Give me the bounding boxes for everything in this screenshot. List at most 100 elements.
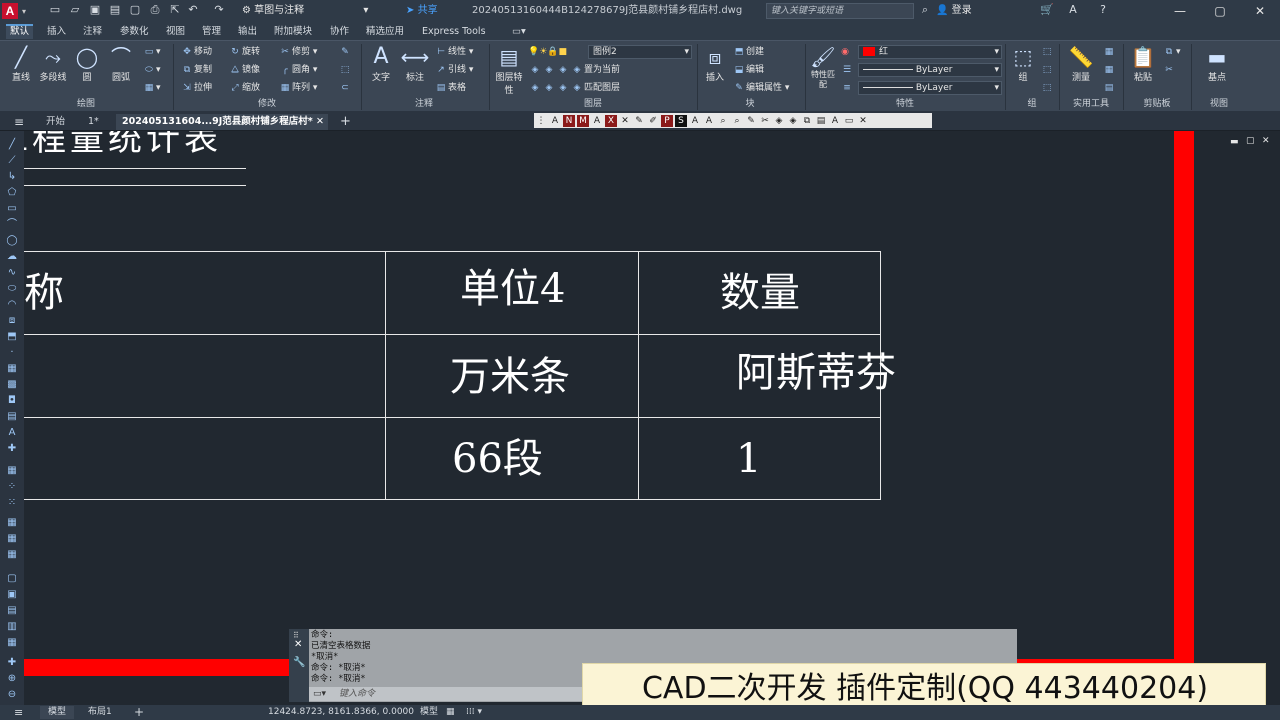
- gradient-icon[interactable]: ▩: [5, 379, 19, 391]
- layers-panel-label[interactable]: 图层: [490, 98, 696, 111]
- trim-tool[interactable]: ✂ 修剪 ▾: [278, 44, 317, 60]
- lineweight-dropdown[interactable]: ByLayer ▾: [858, 81, 1002, 95]
- leader-tool[interactable]: ↗ 引线 ▾: [434, 62, 473, 78]
- copy-clip-icon[interactable]: ⧉ ▾: [1162, 44, 1181, 60]
- tool-a2-icon[interactable]: A: [689, 115, 701, 127]
- layer-tool2-icon[interactable]: ◈: [787, 115, 799, 127]
- table-cell[interactable]: 称: [24, 271, 64, 315]
- model-tab[interactable]: 模型: [40, 706, 75, 719]
- table-cell[interactable]: 1: [736, 437, 761, 481]
- ellipse-arc-icon[interactable]: ◠: [5, 299, 19, 311]
- tool-s-icon[interactable]: S: [675, 114, 687, 127]
- move-tool[interactable]: ✥ 移动: [180, 44, 212, 60]
- viewport-restore-icon[interactable]: ▢: [1246, 136, 1255, 146]
- open-file-icon[interactable]: ▱: [68, 3, 82, 17]
- tool-b-icon[interactable]: ▦: [5, 533, 19, 545]
- table-cell[interactable]: 单位4: [460, 267, 565, 311]
- table-cell[interactable]: 66段: [452, 437, 543, 481]
- mirror-tool[interactable]: ⧋ 镜像: [228, 62, 260, 78]
- linetype-dropdown[interactable]: ByLayer ▾: [858, 63, 1002, 77]
- text-tool-icon[interactable]: A: [549, 115, 561, 127]
- table-tool-icon[interactable]: ▤: [815, 115, 827, 127]
- mtext-icon[interactable]: A: [5, 427, 19, 439]
- save-as-icon[interactable]: ▤: [108, 3, 122, 17]
- group-tool[interactable]: ⬚ 组: [1006, 44, 1040, 83]
- tool-a-icon[interactable]: A: [591, 115, 603, 127]
- autodesk-a-icon[interactable]: A: [1066, 3, 1080, 17]
- drawing1-tab[interactable]: 1*: [82, 114, 105, 130]
- tool-p-icon[interactable]: P: [661, 114, 673, 127]
- table-cell[interactable]: 万米条: [450, 355, 570, 399]
- add-layout-button[interactable]: +: [134, 706, 144, 719]
- arc-icon[interactable]: ⌒: [5, 219, 19, 231]
- text-tool[interactable]: A 文字: [364, 44, 398, 83]
- brush-icon[interactable]: ✐: [647, 115, 659, 127]
- tab-express-tools[interactable]: Express Tools: [418, 24, 490, 39]
- workspace-switcher[interactable]: ⚙ 草图与注释 ▾: [242, 3, 402, 19]
- tab-default[interactable]: 默认: [6, 24, 34, 39]
- hatch-icon[interactable]: ▦: [5, 363, 19, 375]
- dots-tool2-icon[interactable]: ⁙: [5, 497, 19, 509]
- color-dropdown[interactable]: 红 ▾: [858, 45, 1002, 59]
- tool-e-icon[interactable]: ▣: [5, 589, 19, 601]
- close-icon[interactable]: ✕: [294, 639, 302, 650]
- polyline-tool[interactable]: ⤳ 多段线: [36, 44, 70, 83]
- table-tool[interactable]: ▤ 表格: [434, 80, 466, 96]
- tool-h-icon[interactable]: ▦: [5, 637, 19, 649]
- web-mobile-icon[interactable]: ▢: [128, 3, 142, 17]
- print-icon[interactable]: ⎙: [148, 3, 162, 17]
- region-icon[interactable]: ◘: [5, 395, 19, 407]
- tab-parametric[interactable]: 参数化: [116, 24, 153, 39]
- text-frame-icon[interactable]: A: [829, 115, 841, 127]
- calculator-icon[interactable]: ▤: [1102, 80, 1116, 96]
- layer-state-icons[interactable]: 💡☀🔒■: [528, 44, 567, 60]
- frame-icon[interactable]: ▭: [843, 115, 855, 127]
- close-icon[interactable]: ✕: [316, 114, 324, 130]
- rectangle-icon[interactable]: ▭: [5, 203, 19, 215]
- ribbon-toggle-icon[interactable]: ▭▾: [508, 24, 530, 39]
- block-panel-label[interactable]: 块: [698, 98, 802, 111]
- tool-a-icon[interactable]: ▦: [5, 517, 19, 529]
- layer-tool-icon[interactable]: ◈: [773, 115, 785, 127]
- layer-properties-tool[interactable]: ▤ 图层特性: [492, 44, 526, 96]
- quick-select-icon[interactable]: ▦: [1102, 44, 1116, 60]
- scale-tool[interactable]: ⤢ 缩放: [228, 80, 260, 96]
- viewport-minimize-icon[interactable]: ▬: [1230, 137, 1239, 147]
- undo-icon[interactable]: ↶: [186, 3, 200, 17]
- close-icon[interactable]: ✕: [857, 115, 869, 127]
- line-icon[interactable]: ╱: [5, 139, 19, 151]
- line-tool[interactable]: ╱ 直线: [4, 44, 38, 83]
- table-cell[interactable]: 数量: [720, 271, 800, 315]
- match-properties-tool[interactable]: 🖌 特性匹配: [806, 44, 840, 90]
- hatch-tool[interactable]: ▦ ▾: [142, 80, 161, 96]
- search-input[interactable]: 键入关键字或短语: [766, 3, 914, 19]
- group-edit-icon[interactable]: ⬚: [1040, 62, 1054, 78]
- zoom-window-icon[interactable]: ⌕: [731, 115, 743, 127]
- edit-block-tool[interactable]: ⬓ 编辑: [732, 62, 764, 78]
- tab-insert[interactable]: 插入: [43, 24, 70, 39]
- menu-icon[interactable]: ≡: [8, 114, 30, 130]
- tab-output[interactable]: 输出: [234, 24, 261, 39]
- tab-addins[interactable]: 附加模块: [270, 24, 316, 39]
- stretch-tool[interactable]: ⇲ 拉伸: [180, 80, 212, 96]
- layer-dropdown[interactable]: 图例2 ▾: [588, 45, 692, 59]
- model-space-toggle[interactable]: 模型: [420, 706, 438, 719]
- select-all-icon[interactable]: ▦: [1102, 62, 1116, 78]
- help-icon[interactable]: ?: [1096, 3, 1110, 17]
- tool-cross-icon[interactable]: ✕: [619, 115, 631, 127]
- ellipse-icon[interactable]: ⬭: [5, 283, 19, 295]
- new-file-icon[interactable]: ▭: [48, 3, 62, 17]
- wrench-icon[interactable]: 🔧: [293, 657, 305, 668]
- drawing-canvas[interactable]: 工程量统计表 称 单位4 数量 万米条 阿斯蒂芬 66段 1 ▬ ▢ ✕: [0, 131, 1280, 705]
- circle-icon[interactable]: ◯: [5, 235, 19, 247]
- spline-icon[interactable]: ∿: [5, 267, 19, 279]
- red-boundary-line[interactable]: [1174, 131, 1194, 676]
- tool-k-icon[interactable]: ⊖: [5, 689, 19, 701]
- pencil-icon[interactable]: ✎: [633, 115, 645, 127]
- copy-tool-icon[interactable]: ⧉: [801, 115, 813, 127]
- add-selected-icon[interactable]: ✚: [5, 443, 19, 455]
- explode-tool[interactable]: ⬚: [338, 62, 352, 78]
- group-select-icon[interactable]: ⬚: [1040, 80, 1054, 96]
- modify-panel-label[interactable]: 修改: [174, 98, 360, 111]
- polyline-icon[interactable]: ↳: [5, 171, 19, 183]
